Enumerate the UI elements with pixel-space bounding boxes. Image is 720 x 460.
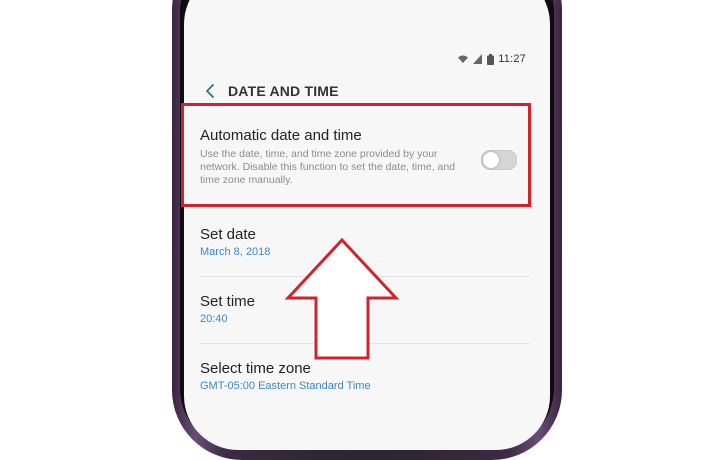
status-bar: 11:27	[446, 52, 526, 66]
set-date-title: Set date	[200, 226, 256, 243]
back-button[interactable]	[198, 78, 222, 104]
time-zone-title: Select time zone	[200, 360, 311, 377]
set-time-value: 20:40	[200, 313, 228, 325]
wifi-icon	[458, 55, 469, 63]
battery-icon	[487, 53, 495, 65]
set-date-value: March 8, 2018	[200, 246, 271, 258]
signal-icon	[473, 54, 483, 64]
status-time: 11:27	[498, 53, 526, 65]
back-arrow-icon	[206, 84, 214, 98]
setting-set-date[interactable]: Set date March 8, 2018	[200, 226, 270, 258]
setting-set-time[interactable]: Set time 20:40	[200, 293, 255, 325]
pointer-arrow-icon	[284, 237, 400, 360]
set-time-title: Set time	[200, 293, 256, 310]
setting-time-zone[interactable]: Select time zone GMT-05:00 Eastern Stand…	[200, 360, 371, 392]
app-header: DATE AND TIME	[198, 78, 339, 104]
highlight-box	[181, 103, 531, 207]
page-title: DATE AND TIME	[228, 83, 339, 99]
time-zone-value: GMT-05:00 Eastern Standard Time	[200, 380, 371, 392]
